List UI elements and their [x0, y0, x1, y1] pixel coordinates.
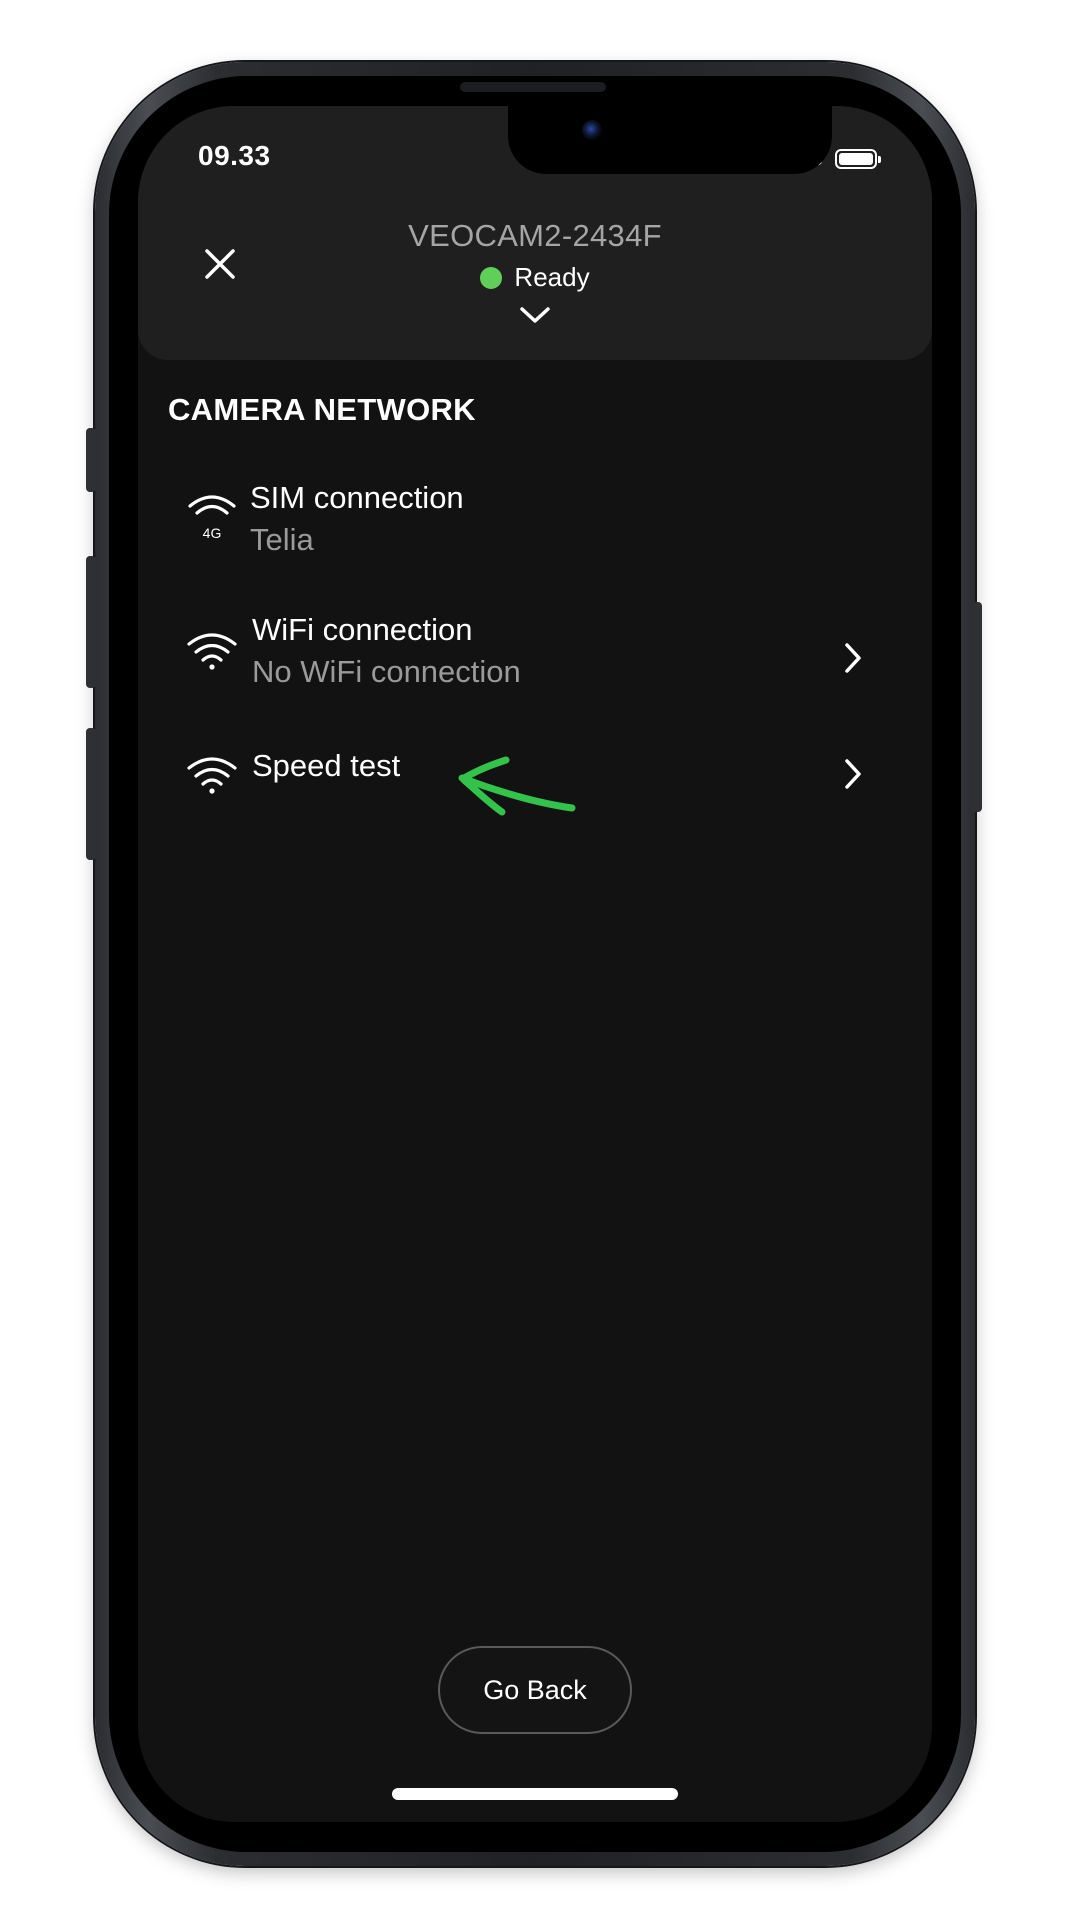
wifi-icon	[186, 632, 238, 684]
status-dot-icon	[480, 266, 503, 289]
volume-down-button	[86, 728, 96, 860]
sim-connection-title: SIM connection	[250, 480, 464, 515]
annotation-arrow-icon	[458, 756, 576, 816]
power-button	[972, 602, 982, 812]
wifi-icon	[186, 756, 238, 808]
battery-icon	[835, 149, 882, 169]
speed-test-title: Speed test	[252, 748, 401, 783]
mute-switch	[86, 428, 96, 492]
wifi-connection-row[interactable]: WiFi connection No WiFi connection	[138, 606, 932, 716]
front-camera	[582, 120, 602, 140]
device-name: VEOCAM2-2434F	[408, 218, 662, 253]
status-time: 09.33	[198, 140, 271, 171]
section-title: CAMERA NETWORK	[168, 392, 476, 427]
go-back-button[interactable]: Go Back	[438, 1646, 632, 1734]
notch	[508, 106, 832, 174]
sim-connection-subtitle: Telia	[250, 522, 314, 557]
wifi-connection-title: WiFi connection	[252, 612, 473, 647]
network-badge: 4G	[202, 525, 222, 541]
sim-connection-row: 4G SIM connection Telia	[138, 474, 932, 584]
wifi-4g-icon: 4G	[186, 492, 238, 544]
chevron-right-icon	[845, 759, 861, 789]
device-status: Ready	[138, 262, 932, 293]
earpiece-speaker	[460, 82, 606, 92]
volume-up-button	[86, 556, 96, 688]
status-text: Ready	[514, 262, 590, 292]
chevron-right-icon	[845, 643, 861, 673]
home-indicator[interactable]	[392, 1788, 678, 1800]
wifi-connection-subtitle: No WiFi connection	[252, 654, 521, 689]
screenshot-stage: 09.33 5G VEOCAM2-2434F	[0, 0, 1080, 1920]
app-screen: 09.33 5G VEOCAM2-2434F	[138, 106, 932, 1822]
chevron-down-icon[interactable]	[517, 304, 553, 328]
